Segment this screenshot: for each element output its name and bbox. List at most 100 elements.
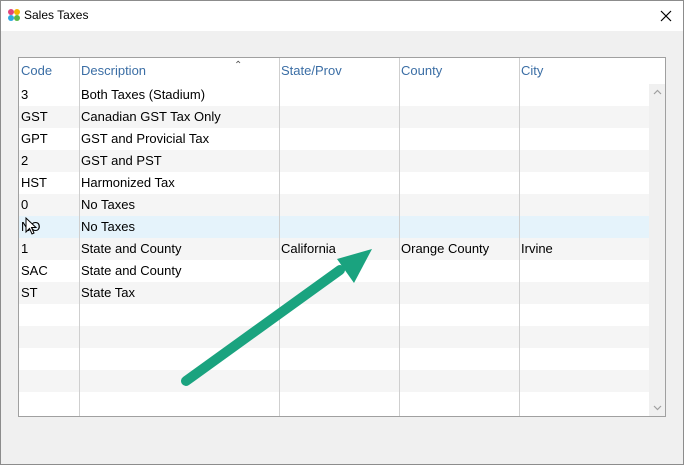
table-row[interactable]	[19, 326, 651, 348]
cell-code	[19, 304, 79, 326]
title-bar: Sales Taxes	[1, 1, 683, 31]
column-header-description-label: Description	[81, 63, 147, 78]
cell-city	[519, 194, 651, 216]
cell-state-prov	[279, 348, 399, 370]
table-row[interactable]	[19, 348, 651, 370]
cell-city: Irvine	[521, 241, 553, 256]
vertical-scrollbar[interactable]	[649, 84, 665, 416]
cell-state-prov	[279, 194, 399, 216]
cell-description: Canadian GST Tax Only	[81, 109, 221, 124]
cell-county	[399, 194, 519, 216]
cell-city	[519, 128, 651, 150]
cell-code	[19, 370, 79, 392]
scroll-down-button[interactable]	[649, 400, 665, 416]
cell-description: No Taxes	[81, 219, 135, 234]
cell-city	[519, 216, 651, 238]
table-row[interactable]	[19, 392, 651, 414]
cell-description: No Taxes	[81, 197, 135, 212]
cell-description: State Tax	[81, 285, 135, 300]
column-header-code[interactable]: Code	[19, 58, 79, 84]
cell-city	[519, 282, 651, 304]
cell-city	[519, 392, 651, 414]
cell-description: GST and Provicial Tax	[81, 131, 210, 146]
cell-state-prov	[279, 326, 399, 348]
cell-code: 2	[21, 153, 29, 168]
sort-ascending-icon: ⌃	[234, 60, 243, 71]
cell-code	[19, 348, 79, 370]
cell-county	[399, 150, 519, 172]
column-header-county[interactable]: County	[399, 58, 519, 84]
cell-city	[519, 260, 651, 282]
cell-description: GST and PST	[81, 153, 162, 168]
table-row[interactable]: HST Harmonized Tax	[19, 172, 651, 194]
cell-state-prov	[279, 392, 399, 414]
table-row[interactable]: 1 State and County California Orange County…	[19, 238, 651, 260]
cell-description	[79, 326, 279, 348]
cell-county	[399, 348, 519, 370]
cell-county	[399, 106, 519, 128]
cell-description: Both Taxes (Stadium)	[81, 87, 206, 102]
cell-code	[19, 326, 79, 348]
sales-tax-grid[interactable]: Code Description ⌃ State/Prov County Cit…	[18, 57, 666, 417]
cell-code: NO	[21, 219, 41, 234]
cell-code: 1	[21, 241, 29, 256]
cell-code: HST	[21, 175, 47, 190]
cell-description	[79, 392, 279, 414]
close-icon	[660, 10, 672, 22]
cell-code: 3	[21, 87, 29, 102]
table-row[interactable]: ST State Tax	[19, 282, 651, 304]
column-header-description[interactable]: Description ⌃	[79, 58, 279, 84]
cell-county	[399, 282, 519, 304]
table-row[interactable]: 0 No Taxes	[19, 194, 651, 216]
cell-county	[399, 84, 519, 106]
cell-code: 0	[21, 197, 29, 212]
cell-county	[399, 260, 519, 282]
cell-county	[399, 304, 519, 326]
table-row[interactable]	[19, 304, 651, 326]
cell-code: GPT	[21, 131, 48, 146]
cell-code: SAC	[21, 263, 48, 278]
cell-state-prov: California	[281, 241, 336, 256]
cell-description: State and County	[81, 263, 182, 278]
cell-state-prov	[279, 84, 399, 106]
table-row[interactable]	[19, 370, 651, 392]
cell-state-prov	[279, 128, 399, 150]
cell-code	[19, 392, 79, 414]
table-row[interactable]: SAC State and County	[19, 260, 651, 282]
cell-state-prov	[279, 370, 399, 392]
app-logo-icon	[8, 9, 20, 21]
cell-city	[519, 84, 651, 106]
table-row[interactable]: GPT GST and Provicial Tax	[19, 128, 651, 150]
cell-city	[519, 326, 651, 348]
cell-state-prov	[279, 260, 399, 282]
cell-code: GST	[21, 109, 48, 124]
window-title: Sales Taxes	[24, 8, 89, 22]
column-header-city[interactable]: City	[519, 58, 651, 84]
column-divider	[279, 58, 280, 416]
cell-state-prov	[279, 150, 399, 172]
cell-county: Orange County	[401, 241, 490, 256]
dialog-client-area: Code Description ⌃ State/Prov County Cit…	[1, 31, 683, 464]
cell-city	[519, 370, 651, 392]
cell-state-prov	[279, 304, 399, 326]
grid-header: Code Description ⌃ State/Prov County Cit…	[19, 58, 651, 84]
cell-city	[519, 348, 651, 370]
table-row[interactable]: GST Canadian GST Tax Only	[19, 106, 651, 128]
scroll-down-icon	[653, 405, 661, 411]
column-divider	[79, 58, 80, 416]
scroll-up-icon	[653, 89, 661, 95]
cell-county	[399, 370, 519, 392]
close-button[interactable]	[649, 1, 683, 31]
table-row[interactable]: NO No Taxes	[19, 216, 651, 238]
cell-code: ST	[21, 285, 38, 300]
cell-description: State and County	[81, 241, 182, 256]
table-row[interactable]: 2 GST and PST	[19, 150, 651, 172]
cell-description: Harmonized Tax	[81, 175, 175, 190]
scroll-up-button[interactable]	[649, 84, 665, 100]
cell-county	[399, 326, 519, 348]
column-header-state-prov[interactable]: State/Prov	[279, 58, 399, 84]
table-row[interactable]: 3 Both Taxes (Stadium)	[19, 84, 651, 106]
cell-state-prov	[279, 106, 399, 128]
cell-state-prov	[279, 282, 399, 304]
cell-city	[519, 304, 651, 326]
